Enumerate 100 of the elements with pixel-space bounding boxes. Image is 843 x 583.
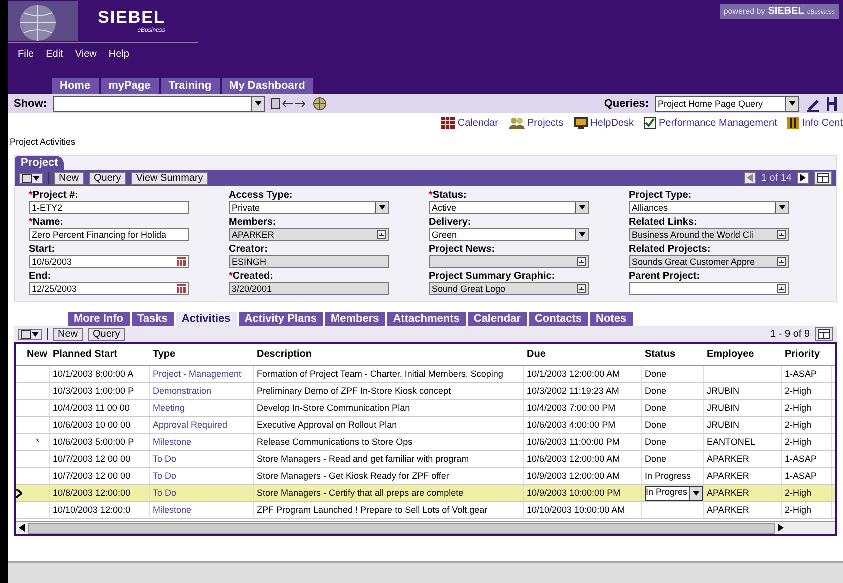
table-row[interactable]: 10/8/2003 12:00:00 To Do Store Managers - Certify that all preps are complete 10/9/2003 10:00:00 PM In Progres APARKER 2-High: [16, 485, 835, 502]
type-link[interactable]: To Do: [153, 488, 177, 498]
applet-button[interactable]: New: [54, 172, 84, 184]
list-button[interactable]: Query: [88, 328, 126, 340]
table-cell: 2-High: [785, 505, 812, 515]
layout-button[interactable]: [815, 327, 833, 341]
table-row[interactable]: 10/6/2003 10 00 00 Approval Required Executive Approval on Rollout Plan 10/6/2003 4:00:00 PM Done JRUBIN 2-High: [16, 417, 835, 434]
view-tab[interactable]: Contacts: [528, 312, 590, 326]
table-row[interactable]: 10/7/2003 12 00 00 To Do Store Managers - Read and get familiar with program 10/6/2003 12:00:00 AM Done APARKER 1-ASAP: [16, 451, 835, 468]
table-cell: Executive Approval on Rollout Plan: [257, 420, 398, 430]
table-cell: Store Managers - Certify that all preps are complete: [257, 488, 464, 498]
list-button[interactable]: New: [53, 328, 84, 340]
applet-button[interactable]: View Summary: [131, 172, 208, 184]
column-header[interactable]: Description: [254, 349, 524, 360]
nav-tab[interactable]: Home: [52, 78, 101, 94]
applet-menu-button[interactable]: [19, 172, 43, 184]
screen-tab[interactable]: Info Cent: [787, 117, 843, 129]
type-link[interactable]: To Do: [153, 471, 177, 481]
horizontal-scrollbar[interactable]: [16, 521, 835, 534]
field-label: *Project #:: [29, 190, 80, 201]
table-cell: JRUBIN: [707, 386, 740, 396]
status-dropdown[interactable]: In Progres: [645, 486, 703, 500]
nav-tab[interactable]: My Dashboard: [222, 78, 316, 94]
type-link[interactable]: Approval Required: [153, 420, 228, 430]
screen-tab[interactable]: Projects: [508, 117, 564, 129]
table-row[interactable]: 10/3/2003 1:00:00 P Demonstration Preliminary Demo of ZPF In-Store Kiosk concept 10/3/2002 11:19:23 AM Done JRUBIN 2-High: [16, 383, 835, 400]
logo-text: SIEBEL: [98, 8, 166, 28]
layout-button[interactable]: [814, 171, 832, 185]
table-cell: 1-ASAP: [785, 369, 818, 379]
text-field[interactable]: 1-ETY2: [29, 201, 189, 214]
show-dropdown[interactable]: [53, 96, 265, 112]
view-tab[interactable]: Attachments: [387, 312, 468, 326]
table-cell: 10/4/2003 7:00:00 PM: [527, 403, 616, 413]
type-link[interactable]: Demonstration: [153, 386, 212, 396]
people-icon: [508, 117, 525, 129]
menu-item[interactable]: Help: [108, 49, 130, 60]
nav-tab[interactable]: Training: [160, 78, 222, 94]
screen-tab[interactable]: HelpDesk: [574, 117, 634, 129]
column-header[interactable]: New: [24, 349, 50, 360]
screen-tab[interactable]: Performance Management: [644, 117, 778, 129]
type-link[interactable]: Project - Management: [153, 369, 242, 379]
date-field[interactable]: 12/25/2003: [29, 282, 189, 295]
table-row[interactable]: 10/4/2003 11 00 00 Meeting Develop In-Store Communication Plan 10/4/2003 7:00:00 PM Done JRUBIN 2-High: [16, 400, 835, 417]
table-cell: Store Managers - Get Kiosk Ready for ZPF offer: [257, 471, 450, 481]
table-cell: 10/1/2003 12:00:00 AM: [527, 369, 620, 379]
text-field[interactable]: Zero Percent Financing for Holida: [29, 228, 189, 241]
column-header[interactable]: Type: [150, 349, 254, 360]
table-cell: 2-High: [785, 403, 812, 413]
table-cell: JRUBIN: [707, 403, 740, 413]
field-label: Related Links:: [629, 217, 698, 228]
picker-icon: [777, 284, 786, 293]
table-cell: 10/4/2003 11 00 00: [53, 403, 130, 413]
column-header[interactable]: Priority: [782, 349, 832, 360]
menu-item[interactable]: View: [75, 49, 97, 60]
menu-item[interactable]: File: [18, 49, 34, 60]
table-row[interactable]: 10/10/2003 12:00:0 Milestone ZPF Program Launched ! Prepare to Sell Lots of Volt.gear 10/10/2003 10:00:00 AM APARKER 2-High: [16, 502, 835, 519]
column-header[interactable]: Employee: [704, 349, 782, 360]
calendar-icon: [177, 284, 186, 293]
menu-item[interactable]: Edit: [46, 49, 64, 60]
select-field[interactable]: Private: [229, 201, 389, 214]
field-label: Start:: [29, 244, 56, 255]
back-forward-icon[interactable]: [271, 96, 307, 110]
type-link[interactable]: Meeting: [153, 403, 186, 413]
monitor-icon: [574, 117, 588, 129]
view-tab[interactable]: Activities: [176, 312, 239, 326]
type-link[interactable]: To Do: [153, 454, 177, 464]
next-record-button[interactable]: [797, 172, 809, 184]
globe-icon[interactable]: [313, 96, 327, 110]
view-tab[interactable]: Tasks: [132, 312, 176, 326]
calendar-icon: [177, 257, 186, 266]
table-cell: 10/10/2003 12:00:0: [53, 505, 131, 515]
select-field[interactable]: Active: [429, 201, 589, 214]
type-link[interactable]: Milestone: [153, 505, 192, 515]
picker-icon: [777, 257, 786, 266]
query-dropdown[interactable]: Project Home Page Query: [655, 96, 799, 112]
column-header[interactable]: Due: [524, 349, 642, 360]
screen-tab[interactable]: Calendar: [440, 117, 499, 129]
view-tab[interactable]: Activity Plans: [238, 312, 325, 326]
view-tab[interactable]: Members: [324, 312, 388, 326]
applet-button[interactable]: Query: [89, 172, 126, 184]
view-tab[interactable]: Notes: [590, 312, 635, 326]
type-link[interactable]: Milestone: [153, 437, 192, 447]
table-cell: Release Communications to Store Ops: [257, 437, 413, 447]
nav-tab[interactable]: myPage: [100, 78, 161, 94]
select-field[interactable]: Alliances: [629, 201, 789, 214]
table-cell: 2-High: [785, 488, 812, 498]
view-tab[interactable]: Calendar: [468, 312, 529, 326]
caret-icon: [692, 490, 700, 496]
select-field[interactable]: Green: [429, 228, 589, 241]
previous-record-button[interactable]: [744, 172, 756, 184]
table-row[interactable]: * 10/6/2003 5:00:00 P Milestone Release Communications to Store Ops 10/6/2003 11:00:00 PM Done EANTONEL 2-High: [16, 434, 835, 451]
column-header[interactable]: Planned Start: [50, 349, 150, 360]
column-header[interactable]: Status: [642, 349, 704, 360]
table-row[interactable]: 10/1/2003 8:00:00 A Project - Management Formation of Project Team - Charter, Initial Members, Scoping 10/1/2003 12:00:00 AM Done 1-ASAP: [16, 366, 835, 383]
list-menu-button[interactable]: [18, 328, 42, 340]
view-tab[interactable]: More Info: [68, 312, 132, 326]
picker-field[interactable]: [629, 282, 789, 295]
date-field[interactable]: 10/6/2003: [29, 255, 189, 268]
caret-icon: [578, 232, 586, 237]
table-cell: JRUBIN: [707, 420, 740, 430]
